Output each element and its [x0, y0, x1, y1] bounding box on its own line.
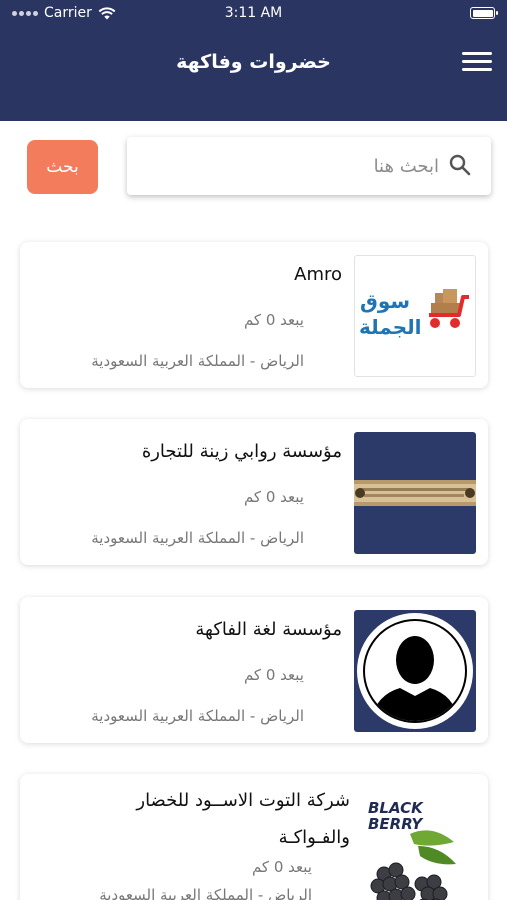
- store-name-line1: شركة التوت الاســود للخضار: [136, 790, 350, 811]
- store-name: مؤسسة لغة الفاكهة: [195, 619, 342, 640]
- store-card[interactable]: مؤسسة لغة الفاكهة يبعد 0 كم الرياض - الم…: [20, 597, 488, 743]
- store-location: الرياض - المملكة العربية السعودية: [91, 352, 304, 370]
- store-location: الرياض - المملكة العربية السعودية: [91, 707, 304, 725]
- store-location: الرياض - المملكة العربية السعودية: [91, 529, 304, 547]
- store-logo: سوق الجملة: [354, 255, 476, 377]
- store-location: الرياض - المملكة العربية السعودية: [99, 886, 312, 900]
- store-banner-image: [354, 480, 476, 506]
- page-title: خضروات وفاكهة: [176, 51, 331, 73]
- store-distance: يبعد 0 كم: [243, 488, 304, 506]
- logo-text: سوق: [360, 289, 411, 313]
- blackberry-fruit-icon: [370, 830, 456, 900]
- store-name: Amro: [294, 264, 342, 285]
- store-card[interactable]: سوق الجملة Amro يبعد 0 كم الرياض - الممل…: [20, 242, 488, 388]
- store-card[interactable]: BLACK BERRY شركة التوت الاســود للخضار و…: [20, 774, 488, 900]
- search-field[interactable]: [127, 137, 491, 195]
- store-distance: يبعد 0 كم: [251, 858, 312, 876]
- store-card[interactable]: مؤسسة روابي زينة للتجارة يبعد 0 كم الريا…: [20, 419, 488, 565]
- status-bar: Carrier 3:11 AM: [0, 0, 507, 28]
- store-distance: يبعد 0 كم: [243, 311, 304, 329]
- status-time: 3:11 AM: [224, 5, 283, 21]
- battery-icon: [470, 7, 498, 19]
- store-logo: BLACK BERRY: [362, 786, 462, 900]
- store-image: [354, 432, 476, 554]
- search-icon: [449, 154, 471, 176]
- shopping-cart-icon: [429, 289, 469, 328]
- store-name-line2: والفـواكـة: [278, 827, 350, 848]
- user-silhouette-icon: [357, 613, 473, 729]
- store-distance: يبعد 0 كم: [243, 666, 304, 684]
- app-header: Carrier 3:11 AM خضروات وفاكهة: [0, 0, 507, 121]
- store-name: مؤسسة روابي زينة للتجارة: [141, 441, 342, 462]
- logo-text: الجملة: [359, 315, 422, 339]
- search-input[interactable]: [139, 147, 439, 185]
- store-avatar: [354, 610, 476, 732]
- search-button[interactable]: بحث: [27, 140, 98, 194]
- hamburger-menu-icon[interactable]: [462, 52, 492, 72]
